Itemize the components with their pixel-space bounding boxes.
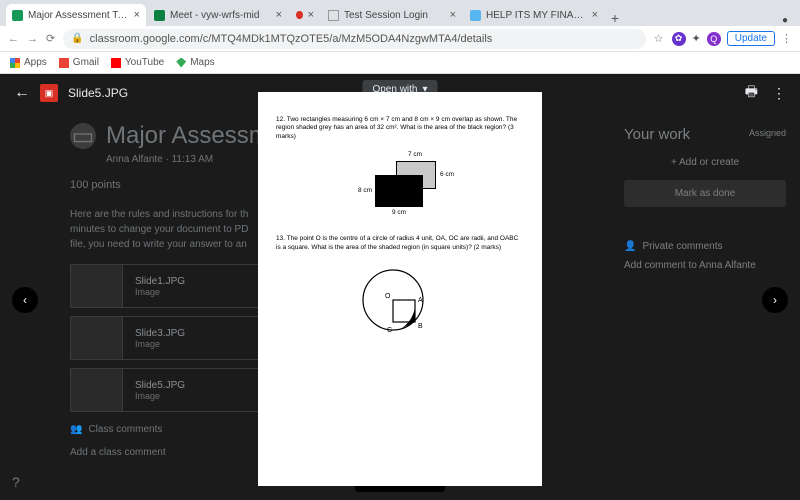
update-button[interactable]: Update: [727, 31, 775, 46]
figure-13: O A B C: [355, 262, 445, 342]
bookmarks-bar: Apps Gmail YouTube Maps: [0, 52, 800, 74]
your-work-panel: Your work Assigned + Add or create Mark …: [610, 112, 800, 285]
thumbnail: [71, 265, 123, 307]
bookmark-youtube[interactable]: YouTube: [111, 57, 164, 68]
tab-title: Test Session Login: [344, 10, 445, 21]
tab-title: Meet - vyw-wrfs-mid: [170, 10, 271, 21]
window-minimize-icon[interactable]: ●: [776, 15, 794, 26]
apps-button[interactable]: Apps: [10, 57, 47, 68]
tab-active[interactable]: Major Assessment Test ×: [6, 4, 146, 26]
forward-button[interactable]: →: [27, 33, 38, 45]
address-bar[interactable]: 🔒 classroom.google.com/c/MTQ4MDk1MTQzOTE…: [63, 29, 645, 49]
next-image-button[interactable]: ›: [762, 287, 788, 313]
status-badge: Assigned: [749, 128, 786, 138]
back-icon[interactable]: ←: [14, 84, 30, 102]
bookmark-star-icon[interactable]: ☆: [654, 32, 664, 45]
mark-as-done-button[interactable]: Mark as done: [624, 180, 786, 207]
prev-image-button[interactable]: ‹: [12, 287, 38, 313]
extensions-area: ✿ ✦ Q Update ⋮: [672, 31, 792, 46]
browser-tab-strip: Major Assessment Test × Meet - vyw-wrfs-…: [0, 0, 800, 26]
classroom-icon: [12, 10, 23, 21]
document-page: 12. Two rectangles measuring 6 cm × 7 cm…: [258, 92, 542, 486]
svg-text:O: O: [385, 293, 391, 300]
help-icon[interactable]: ?: [12, 474, 20, 490]
figure-12: 7 cm 6 cm 8 cm 9 cm: [340, 151, 460, 221]
back-button[interactable]: ←: [8, 33, 19, 45]
black-rectangle: [375, 175, 423, 207]
person-icon: 👤: [624, 241, 636, 252]
meet-icon: [154, 10, 165, 21]
thumbnail: [71, 369, 123, 411]
close-icon[interactable]: ×: [450, 9, 456, 21]
profile-avatar[interactable]: Q: [707, 32, 721, 46]
add-private-comment[interactable]: Add comment to Anna Alfante: [624, 260, 786, 271]
page-icon: [328, 10, 339, 21]
more-icon[interactable]: ⋮: [772, 85, 786, 102]
tab[interactable]: ×: [290, 4, 320, 26]
question-13: 13. The point O is the centre of a circl…: [276, 235, 524, 252]
chrome-menu-icon[interactable]: ⋮: [781, 32, 792, 45]
svg-text:C: C: [387, 327, 392, 334]
assignment-icon: ▭: [70, 123, 96, 149]
svg-text:A: A: [418, 297, 423, 304]
browser-toolbar: ← → ⟳ 🔒 classroom.google.com/c/MTQ4MDk1M…: [0, 26, 800, 52]
bookmark-maps[interactable]: Maps: [176, 57, 214, 68]
tab[interactable]: Meet - vyw-wrfs-mid ×: [148, 4, 288, 26]
people-icon: 👥: [70, 424, 82, 435]
lock-icon: 🔒: [71, 33, 83, 44]
private-comments-header: 👤Private comments: [624, 241, 786, 252]
thumbnail: [71, 317, 123, 359]
close-icon[interactable]: ×: [276, 9, 282, 21]
tab-title: HELP ITS MY FINAL!!! FOR AL: [486, 10, 587, 21]
drive-preview-app: ← ▣ Slide5.JPG 🖶 ⋮ Open with ▾ ▭ Major A…: [0, 74, 800, 500]
brainly-icon: [470, 10, 481, 21]
print-icon[interactable]: 🖶: [745, 81, 758, 105]
close-icon[interactable]: ×: [134, 9, 140, 21]
tab-title: Major Assessment Test: [28, 10, 129, 21]
close-icon[interactable]: ×: [308, 9, 314, 21]
extensions-icon[interactable]: ✦: [692, 32, 701, 45]
bookmark-gmail[interactable]: Gmail: [59, 57, 99, 68]
new-tab-button[interactable]: +: [606, 10, 624, 26]
preview-filename: Slide5.JPG: [68, 86, 128, 100]
tab[interactable]: Test Session Login ×: [322, 4, 462, 26]
record-icon: [296, 11, 303, 19]
add-or-create-button[interactable]: + Add or create: [624, 157, 786, 168]
reload-button[interactable]: ⟳: [46, 32, 55, 45]
question-12: 12. Two rectangles measuring 6 cm × 7 cm…: [276, 116, 524, 141]
extension-icon[interactable]: ✿: [672, 32, 686, 46]
close-icon[interactable]: ×: [592, 9, 598, 21]
tab[interactable]: HELP ITS MY FINAL!!! FOR AL ×: [464, 4, 604, 26]
url-text: classroom.google.com/c/MTQ4MDk1MTQzOTE5/…: [90, 33, 493, 45]
svg-text:B: B: [418, 323, 423, 330]
image-file-icon: ▣: [40, 84, 58, 102]
